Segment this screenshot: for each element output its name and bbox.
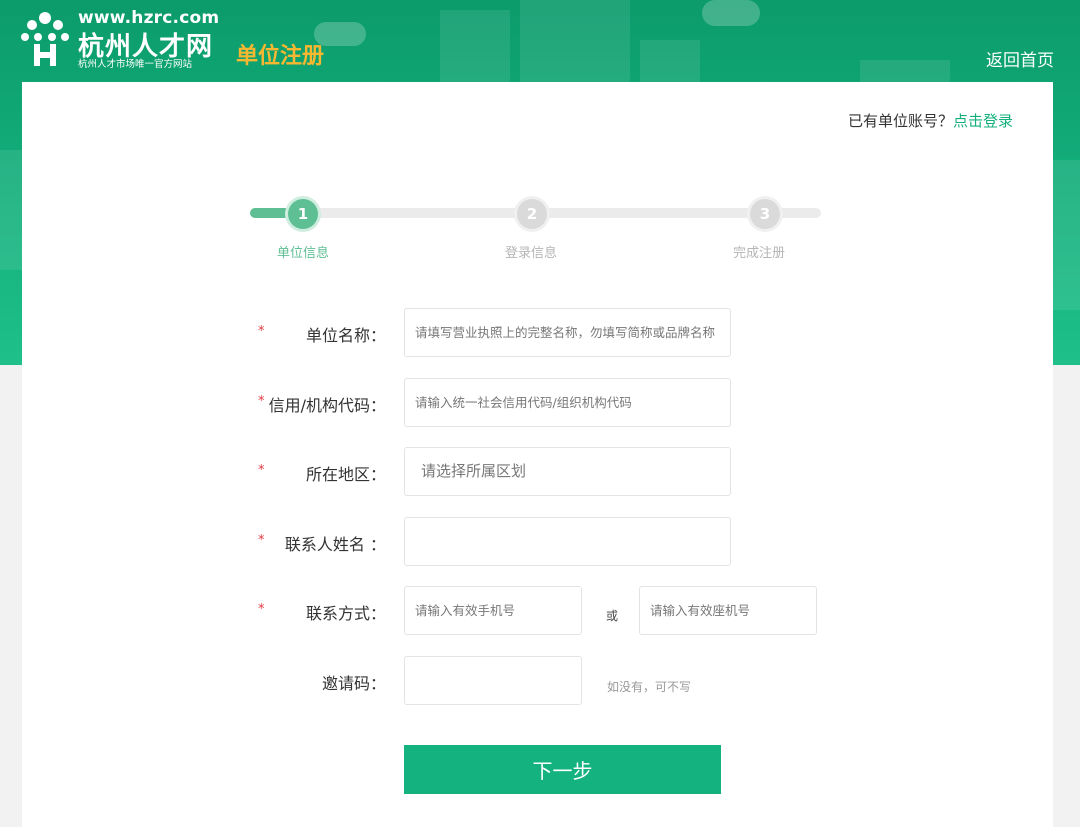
logo-tree-icon <box>21 12 69 66</box>
region-label: 所在地区： <box>305 465 386 484</box>
step-3-label: 完成注册 <box>732 246 786 261</box>
banner-building-shape <box>440 10 510 85</box>
required-mark: * <box>258 533 265 548</box>
step-2-dot: 2 <box>517 199 547 229</box>
required-mark: * <box>258 394 265 409</box>
step-1-dot: 1 <box>288 199 318 229</box>
back-home-link[interactable]: 返回首页 <box>986 46 1054 71</box>
required-mark: * <box>258 463 265 478</box>
logo-url-text: www.hzrc.com <box>78 8 220 28</box>
credit-code-label: 信用/机构代码： <box>268 396 386 415</box>
credit-code-input[interactable] <box>404 378 731 427</box>
contact-name-row: * 联系人姓名 ： <box>22 517 1053 567</box>
banner-cloud-shape <box>702 0 760 26</box>
banner-building-shape <box>1053 160 1080 310</box>
logo-tagline-text: 杭州人才市场唯一官方网站 <box>78 59 193 70</box>
step-3-dot: 3 <box>750 199 780 229</box>
step-1-label: 单位信息 <box>276 246 330 261</box>
region-select[interactable]: 请选择所属区划 <box>404 447 731 496</box>
login-hint: 已有单位账号？点击登录 <box>848 110 1013 131</box>
contact-method-label: 联系方式： <box>305 604 386 623</box>
contact-name-label: 联系人姓名 ： <box>284 535 386 554</box>
progress-steps: 1 2 3 单位信息 登录信息 完成注册 <box>250 199 821 261</box>
company-name-input[interactable] <box>404 308 731 357</box>
mobile-input[interactable] <box>404 586 582 635</box>
or-text: 或 <box>606 609 619 623</box>
login-link[interactable]: 点击登录 <box>953 112 1013 130</box>
landline-input[interactable] <box>639 586 817 635</box>
region-row: * 所在地区： 请选择所属区划 <box>22 447 1053 497</box>
invite-code-note: 如没有，可不写 <box>607 680 692 694</box>
company-name-row: * 单位名称： <box>22 308 1053 358</box>
site-logo[interactable]: www.hzrc.com 杭州人才网 杭州人才市场唯一官方网站 <box>20 6 220 72</box>
banner-building-shape <box>0 150 22 270</box>
credit-code-row: * 信用/机构代码： <box>22 378 1053 428</box>
invite-code-row: 邀请码： 如没有，可不写 <box>22 656 1053 706</box>
page-title: 单位注册 <box>236 44 325 69</box>
step-2-label: 登录信息 <box>504 246 558 261</box>
company-name-label: 单位名称： <box>305 326 386 345</box>
registration-card: 已有单位账号？点击登录 1 2 3 单位信息 登录信息 完成注册 * 单位名称：… <box>22 82 1053 827</box>
required-mark: * <box>258 324 265 339</box>
contact-method-row: * 联系方式： 或 <box>22 586 1053 636</box>
next-step-button[interactable]: 下一步 <box>404 745 721 794</box>
invite-code-input[interactable] <box>404 656 582 705</box>
registration-page: www.hzrc.com 杭州人才网 杭州人才市场唯一官方网站 单位注册 返回首… <box>0 0 1080 827</box>
required-mark: * <box>258 602 265 617</box>
login-hint-text: 已有单位账号？ <box>847 112 953 130</box>
invite-code-label: 邀请码： <box>321 674 386 693</box>
contact-name-input[interactable] <box>404 517 731 566</box>
